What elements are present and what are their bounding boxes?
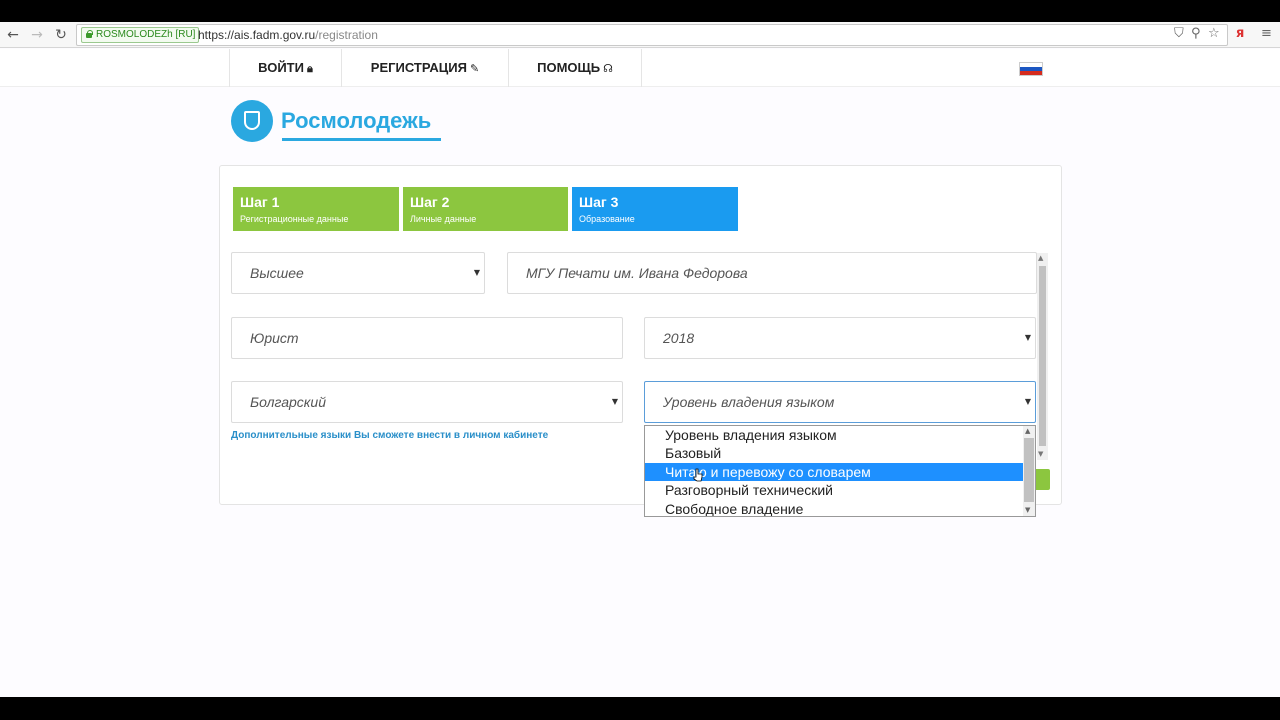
edit-icon: ✎ [469,62,480,75]
caret-down-icon: ▼ [1024,333,1031,342]
url-text[interactable]: https://ais.fadm.gov.ru/registration [198,28,378,42]
education-level-select[interactable]: Высшее ▼ [231,252,485,294]
logo-text[interactable]: Росмолодежь [281,108,431,134]
scroll-up-icon[interactable]: ▲ [1038,254,1043,262]
step-1-title: Шаг 1 [240,194,280,210]
lock-icon: 🔒︎ [306,62,313,75]
bookmark-star-icon[interactable]: ☆ [1208,26,1220,41]
nav-register-label: РЕГИСТРАЦИЯ [370,60,467,75]
mouse-cursor-icon [693,468,703,482]
browser-toolbar: ← → ↻ ROSMOLODEZh [RU] https://ais.fadm.… [0,22,1280,48]
step-1-subtitle: Регистрационные данные [240,214,349,224]
menu-icon[interactable]: ≡ [1261,26,1272,41]
nav-login[interactable]: ВОЙТИ 🔒︎ [229,49,341,87]
caret-down-icon: ▼ [611,397,618,406]
step-2-title: Шаг 2 [410,194,450,210]
browser-window: ← → ↻ ROSMOLODEZh [RU] https://ais.fadm.… [0,22,1280,697]
additional-languages-hint: Дополнительные языки Вы сможете внести в… [231,430,549,441]
step-3-title: Шаг 3 [579,194,619,210]
step-1[interactable]: Шаг 1 Регистрационные данные [233,187,399,231]
step-2[interactable]: Шаг 2 Личные данные [403,187,568,231]
university-value: МГУ Печати им. Ивана Федорова [526,265,748,281]
url-host: https://ais.fadm.gov.ru [198,28,316,42]
nav-help-label: ПОМОЩЬ [537,60,601,75]
language-level-select[interactable]: Уровень владения языком ▼ [644,381,1036,423]
headset-icon: ☊ [603,62,613,75]
secure-site-badge[interactable]: ROSMOLODEZh [RU] [81,27,200,43]
caret-down-icon: ▼ [1024,397,1031,406]
forward-arrow-icon[interactable]: → [28,26,46,44]
nav-register[interactable]: РЕГИСТРАЦИЯ ✎ [341,49,508,87]
url-path: /registration [315,28,378,42]
language-select[interactable]: Болгарский ▼ [231,381,623,423]
dropdown-option[interactable]: Уровень владения языком [645,426,1023,444]
language-value: Болгарский [250,394,326,410]
step-3[interactable]: Шаг 3 Образование [572,187,738,231]
graduation-year-value: 2018 [663,330,695,346]
caret-down-icon: ▼ [473,268,480,277]
nav-help[interactable]: ПОМОЩЬ ☊ [508,49,642,87]
zoom-icon[interactable]: ⚲ [1191,26,1201,41]
specialty-value: Юрист [250,330,299,346]
language-level-value: Уровень владения языком [663,394,835,410]
specialty-input[interactable]: Юрист [231,317,623,359]
address-bar[interactable]: ROSMOLODEZh [RU] https://ais.fadm.gov.ru… [76,24,1228,46]
video-letterbox-bottom [0,697,1280,720]
step-2-subtitle: Личные данные [410,214,477,224]
step-3-subtitle: Образование [579,214,635,224]
form-scrollbar[interactable]: ▲ ▼ [1037,253,1048,460]
education-level-value: Высшее [250,265,304,281]
dropdown-option[interactable]: Базовый [645,444,1023,462]
site-navigation: ВОЙТИ 🔒︎ РЕГИСТРАЦИЯ ✎ ПОМОЩЬ ☊ [0,49,1280,87]
dropdown-option[interactable]: Свободное владение [645,500,1023,516]
logo-underline [282,138,441,141]
logo-shield-icon[interactable] [231,100,273,142]
video-letterbox-top [0,0,1280,22]
back-arrow-icon[interactable]: ← [4,26,22,44]
reload-icon[interactable]: ↻ [52,26,70,44]
dropdown-scrollbar[interactable]: ▲ ▼ [1023,426,1035,516]
scroll-up-icon[interactable]: ▲ [1025,427,1030,435]
nav-login-label: ВОЙТИ [258,60,304,75]
dropdown-option[interactable]: Разговорный технический [645,481,1023,499]
scrollbar-thumb[interactable] [1039,266,1046,446]
graduation-year-select[interactable]: 2018 ▼ [644,317,1036,359]
university-input[interactable]: МГУ Печати им. Ивана Федорова [507,252,1037,294]
scroll-down-icon[interactable]: ▼ [1038,450,1043,458]
scroll-down-icon[interactable]: ▼ [1025,506,1030,514]
yandex-icon[interactable]: я [1236,26,1244,41]
russian-flag-icon[interactable] [1019,62,1043,76]
shield-icon[interactable]: ⛉ [1174,26,1184,41]
dropdown-scrollbar-thumb[interactable] [1024,438,1034,502]
